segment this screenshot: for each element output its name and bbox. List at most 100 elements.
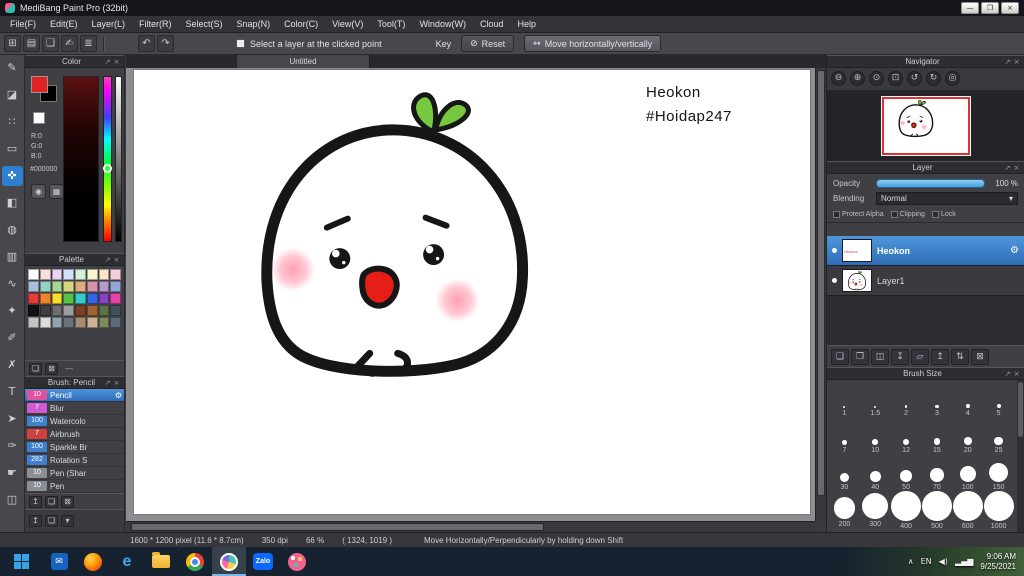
palette-swatch[interactable] [51,269,63,280]
menu-color[interactable]: Color(C) [277,17,325,31]
duplicate-layer-button[interactable]: ❐ [851,348,869,365]
palette-swatch[interactable] [110,269,121,280]
select-layer-option[interactable]: Select a layer at the clicked point [236,39,382,49]
brush-size-scrollbar[interactable] [1017,380,1024,532]
vertical-scroll-thumb[interactable] [817,70,825,496]
volume-icon[interactable]: ◀) [939,557,948,566]
brush-size-option[interactable]: 1.5 [860,382,891,419]
palette-swatch[interactable] [63,269,74,280]
palette-swatch[interactable] [86,269,98,280]
blending-dropdown[interactable]: Normal ▾ [876,192,1018,205]
palette-swatch[interactable] [28,293,39,304]
brush-size-option[interactable]: 200 [829,493,860,530]
palette-swatch[interactable] [75,293,86,304]
taskbar-firefox[interactable] [76,547,110,576]
lasso-tool[interactable]: ∿ [2,274,23,294]
zoom-out-button[interactable]: ⊖ [831,71,846,86]
brush-size-option[interactable]: 50 [891,456,922,493]
document-tab[interactable]: Untitled [236,55,370,68]
clipping-option[interactable]: Clipping [890,211,925,218]
brush-size-option[interactable]: 10 [860,419,891,456]
rotate-right-button[interactable]: ↻ [926,71,941,86]
tray-expand-icon[interactable]: ∧ [908,557,914,566]
maximize-button[interactable]: ❐ [981,2,999,14]
value-slider[interactable] [115,76,122,242]
select-eraser-tool[interactable]: ✗ [2,355,23,375]
select-tool[interactable]: ▭ [2,139,23,159]
palette-swatch[interactable] [98,293,110,304]
menu-cloud[interactable]: Cloud [473,17,511,31]
zoom-reset-button[interactable]: ⊙ [869,71,884,86]
comment-icon[interactable]: ❏ [42,35,59,52]
palette-swatch[interactable] [63,293,74,304]
brush-item-pen[interactable]: 10 Pen [25,480,124,493]
layer-visibility-icon[interactable] [832,278,837,283]
palette-swatch[interactable] [63,317,74,328]
brush-size-option[interactable]: 100 [952,456,983,493]
brush-size-option[interactable]: 15 [922,419,953,456]
brush-size-option[interactable]: 3 [922,382,953,419]
select-pen-tool[interactable]: ✐ [2,328,23,348]
fit-window-button[interactable]: ⊡ [888,71,903,86]
popout-icon[interactable]: ↗ [103,256,112,264]
palette-swatch[interactable] [110,281,121,292]
palette-swatch[interactable] [51,293,63,304]
close-icon[interactable]: × [1012,370,1021,378]
rotate-left-button[interactable]: ↺ [907,71,922,86]
text-tool[interactable]: T [2,382,23,402]
list-icon[interactable]: ≣ [80,35,97,52]
foreground-color-swatch[interactable] [31,76,48,93]
palette-swatch[interactable] [98,317,110,328]
popout-icon[interactable]: ↗ [1003,58,1012,66]
eyedropper-icon[interactable]: ◉ [31,184,46,199]
close-icon[interactable]: × [1012,58,1021,66]
divide-tool[interactable]: ◫ [2,490,23,510]
brush-size-option[interactable]: 500 [921,491,953,530]
add-color-button[interactable]: ❏ [29,362,42,375]
gradient-tool[interactable]: ▥ [2,247,23,267]
canvas-viewport[interactable]: Heokon #Hoidap247 [126,68,826,532]
brush-item-airbrush[interactable]: 7 Airbrush [25,428,124,441]
palette-swatch[interactable] [39,269,51,280]
magic-wand-tool[interactable]: ✦ [2,301,23,321]
palette-swatch[interactable] [86,281,98,292]
palette-swatch[interactable] [86,293,98,304]
dock-down-button[interactable]: ▾ [61,515,74,527]
palette-swatch[interactable] [98,281,110,292]
fill-tool[interactable]: ◧ [2,193,23,213]
horizontal-scroll-thumb[interactable] [131,523,545,531]
minimize-button[interactable]: — [961,2,979,14]
brush-item-rotation[interactable]: 282 Rotation S [25,454,124,467]
close-icon[interactable]: × [1012,164,1021,172]
opacity-slider[interactable] [876,179,985,188]
redo-button[interactable]: ↷ [157,35,174,52]
brush-size-option[interactable]: 1 [829,382,860,419]
horizontal-scrollbar[interactable] [126,521,815,532]
language-indicator[interactable]: EN [921,557,932,566]
palette-swatch[interactable] [110,293,121,304]
popout-icon[interactable]: ↗ [1003,370,1012,378]
layer-visibility-icon[interactable] [832,248,837,253]
taskbar-file-explorer[interactable] [144,547,178,576]
brush-size-option[interactable]: 12 [891,419,922,456]
brush-size-option[interactable]: 5 [983,382,1014,419]
hue-slider-handle[interactable] [103,164,112,173]
bucket-tool[interactable]: ◍ [2,220,23,240]
menu-file[interactable]: File(F) [3,17,43,31]
menu-window[interactable]: Window(W) [412,17,473,31]
network-icon[interactable]: ▂▄▆ [955,557,973,566]
palette-swatch[interactable] [28,269,39,280]
zoom-in-button[interactable]: ⊕ [850,71,865,86]
move-horizontally-button[interactable]: ↔ Move horizontally/vertically [524,35,662,52]
palette-swatch[interactable] [39,293,51,304]
transform-icon[interactable]: ⊞ [4,35,21,52]
menu-layer[interactable]: Layer(L) [85,17,133,31]
close-icon[interactable]: × [112,256,121,264]
palette-swatch[interactable] [86,317,98,328]
brush-size-scroll-thumb[interactable] [1018,382,1023,437]
brush-item-pen-sharp[interactable]: 10 Pen (Shar [25,467,124,480]
layer-settings-icon[interactable]: ⚙ [1010,245,1019,256]
reset-rotation-button[interactable]: ◎ [945,71,960,86]
eyedropper-tool[interactable]: ✑ [2,436,23,456]
menu-help[interactable]: Help [510,17,543,31]
